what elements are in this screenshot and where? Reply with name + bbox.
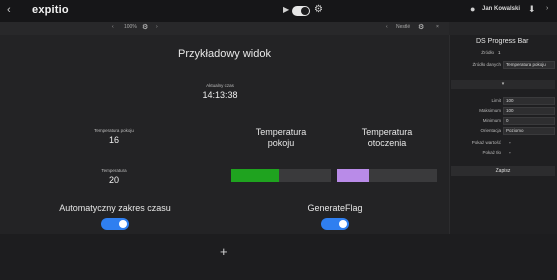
app-brand: expitio	[32, 4, 69, 16]
page-prev-icon[interactable]: ‹	[386, 24, 388, 30]
page-settings-icon[interactable]: ⚙	[418, 23, 424, 31]
zoom-label: 100%	[124, 24, 137, 30]
play-icon[interactable]: ▶	[283, 5, 289, 14]
user-icon: ●	[470, 4, 476, 14]
time-value: 14:13:38	[202, 90, 238, 100]
data-source-select[interactable]: Temperatura pokoju	[503, 61, 555, 69]
zoom-in-icon[interactable]: ›	[156, 24, 158, 30]
view-title: Przykładowy widok	[178, 48, 271, 60]
more-icon[interactable]: ›	[546, 5, 548, 12]
bar2-label: Temperatura otoczenia	[337, 127, 437, 149]
generate-flag-label: GenerateFlag	[307, 203, 363, 213]
canvas-settings-icon[interactable]: ⚙	[142, 23, 148, 31]
source-label: Źródło	[481, 50, 494, 55]
max-input[interactable]: 100	[503, 107, 555, 115]
ambient-temp-value: 20	[108, 175, 119, 185]
panel-header-strip	[449, 22, 557, 35]
download-icon[interactable]: ⬇	[528, 4, 536, 15]
page-close-icon[interactable]: ×	[436, 24, 439, 30]
show-value-label: Pokaż wartość	[471, 140, 501, 145]
show-bg-checkbox[interactable]: ▫	[509, 150, 511, 155]
panel-title: DS Progress Bar	[476, 38, 529, 45]
generate-flag-switch[interactable]	[321, 218, 349, 230]
canvas-toolbar	[0, 22, 449, 35]
page-label: Nestlé	[396, 24, 411, 30]
room-temp-value: 16	[108, 135, 119, 145]
room-temp-progress-fill	[231, 169, 279, 182]
ambient-temp-small-label: Temperatura	[101, 168, 127, 173]
room-temp-progress-bar	[231, 169, 331, 182]
ambient-temp-progress-fill	[337, 169, 369, 182]
show-bg-label: Pokaż tło	[482, 150, 501, 155]
bar1-label-line1: Temperatura	[255, 127, 307, 137]
user-name[interactable]: Jan Kowalski	[482, 6, 520, 12]
section-collapse[interactable]: ▾	[451, 80, 555, 89]
auto-range-switch[interactable]	[101, 218, 129, 230]
bar1-label: Temperatura pokoju	[231, 127, 331, 149]
limit-label: Limit	[491, 98, 501, 103]
zoom-out-icon[interactable]: ‹	[112, 24, 114, 30]
source-value[interactable]: 1	[498, 50, 501, 55]
auto-range-label: Automatyczny zakres czasu	[59, 203, 171, 213]
save-button[interactable]: Zapisz	[451, 166, 555, 176]
time-label: Aktualny czas	[206, 83, 234, 88]
limit-input[interactable]: 100	[503, 97, 555, 105]
settings-gear-icon[interactable]: ⚙	[314, 4, 323, 15]
back-icon[interactable]: ‹	[7, 4, 11, 16]
max-label: Maksimum	[479, 108, 501, 113]
bar1-label-line2: pokoju	[267, 138, 295, 148]
add-widget-icon[interactable]: +	[220, 244, 228, 259]
edit-mode-toggle[interactable]	[292, 6, 310, 16]
ambient-temp-progress-bar	[337, 169, 437, 182]
min-input[interactable]: 0	[503, 117, 555, 125]
orientation-label: Orientacja	[480, 128, 501, 133]
bar2-label-line2: otoczenia	[367, 138, 407, 148]
show-value-checkbox[interactable]: ▫	[509, 140, 511, 145]
room-temp-small-label: Temperatura pokoju	[94, 128, 134, 133]
data-source-label: Źródło danych	[472, 62, 501, 67]
bottom-area	[0, 234, 557, 280]
orientation-select[interactable]: Poziomo	[503, 127, 555, 135]
bar2-label-line1: Temperatura	[361, 127, 413, 137]
min-label: Minimum	[482, 118, 501, 123]
